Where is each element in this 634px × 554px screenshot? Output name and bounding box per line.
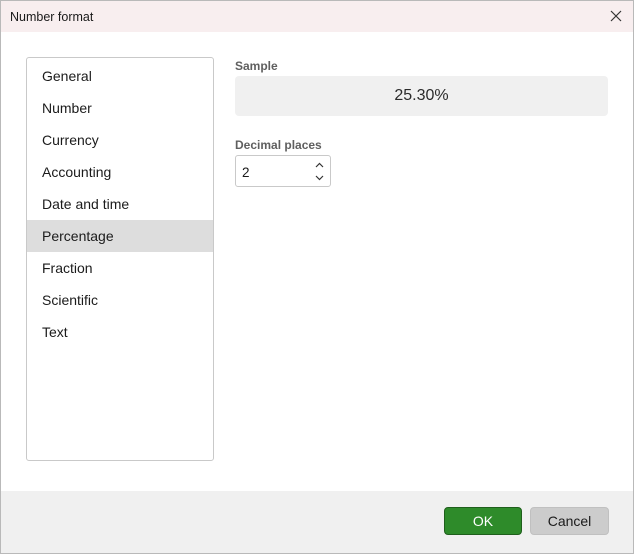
category-item-percentage[interactable]: Percentage (27, 220, 213, 252)
decrement-button[interactable] (312, 171, 326, 184)
ok-button[interactable]: OK (444, 507, 522, 535)
close-button[interactable] (605, 5, 627, 27)
close-icon (610, 10, 622, 22)
cancel-button[interactable]: Cancel (530, 507, 609, 535)
number-format-dialog: Number format General Number Currency Ac… (0, 0, 634, 554)
chevron-down-icon (315, 175, 323, 180)
category-item-accounting[interactable]: Accounting (27, 156, 213, 188)
category-item-currency[interactable]: Currency (27, 124, 213, 156)
category-item-scientific[interactable]: Scientific (27, 284, 213, 316)
decimal-places-value[interactable]: 2 (242, 165, 250, 180)
title-bar: Number format (1, 1, 633, 32)
category-item-date-and-time[interactable]: Date and time (27, 188, 213, 220)
format-category-list[interactable]: General Number Currency Accounting Date … (26, 57, 214, 461)
increment-button[interactable] (312, 158, 326, 171)
sample-label: Sample (235, 59, 278, 73)
sample-preview: 25.30% (235, 76, 608, 116)
sample-value: 25.30% (394, 87, 449, 104)
category-item-text[interactable]: Text (27, 316, 213, 348)
category-item-number[interactable]: Number (27, 92, 213, 124)
category-item-fraction[interactable]: Fraction (27, 252, 213, 284)
decimal-places-label: Decimal places (235, 138, 322, 152)
category-item-general[interactable]: General (27, 60, 213, 92)
decimal-places-stepper[interactable]: 2 (235, 155, 331, 187)
dialog-footer: OK Cancel (1, 491, 633, 553)
chevron-up-icon (315, 162, 323, 167)
window-title: Number format (10, 10, 94, 24)
